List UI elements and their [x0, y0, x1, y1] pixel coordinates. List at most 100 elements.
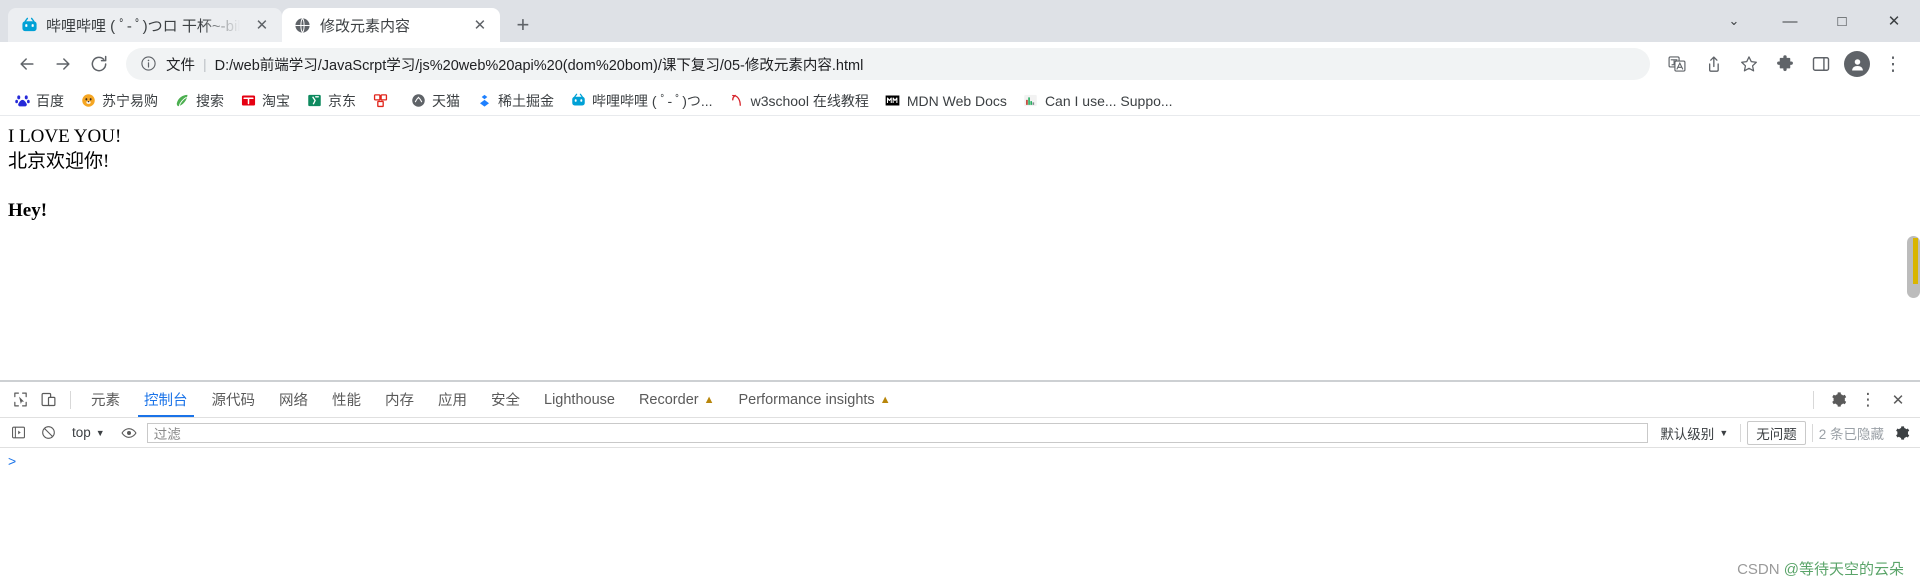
devtools-tab-recorder[interactable]: Recorder ▲	[627, 382, 727, 417]
devtools-tab-memory[interactable]: 内存	[373, 382, 426, 417]
eye-icon[interactable]	[117, 421, 141, 445]
bookmark-label: 京东	[328, 92, 356, 109]
forward-button[interactable]	[46, 47, 80, 81]
gear-icon[interactable]	[1890, 421, 1914, 445]
devtools-tab-network[interactable]: 网络	[267, 382, 320, 417]
page-heading: Hey!	[8, 200, 48, 222]
devtools-more-button[interactable]: ⋮	[1854, 386, 1882, 414]
bookmark-label: 百度	[36, 92, 64, 109]
bookmarks-bar: 百度 苏宁易购 搜索 淘宝 京东 天猫 稀土掘金 哔哩哔哩 (ﾟ- ﾟ)つ..…	[0, 86, 1920, 116]
reload-button[interactable]	[82, 47, 116, 81]
hidden-messages-count: 2 条已隐藏	[1818, 426, 1884, 442]
bookmark-label: 淘宝	[262, 92, 290, 109]
bookmark-item[interactable]: MDN Web Docs	[877, 90, 1015, 112]
avatar[interactable]	[1840, 47, 1874, 81]
window-close-button[interactable]: ✕	[1868, 0, 1920, 42]
window-controls: ⌄ — □ ✕	[1704, 0, 1920, 42]
juejin-icon	[476, 93, 492, 109]
back-button[interactable]	[10, 47, 44, 81]
devtools-tab-lighthouse[interactable]: Lighthouse	[532, 382, 627, 417]
window-maximize-button[interactable]: □	[1816, 0, 1868, 42]
bookmark-star-icon[interactable]	[1732, 47, 1766, 81]
suning-icon	[80, 93, 96, 109]
translate-icon[interactable]	[1660, 47, 1694, 81]
context-label: top	[72, 425, 91, 440]
bookmark-item[interactable]: 淘宝	[232, 88, 298, 114]
gear-icon[interactable]	[1824, 386, 1852, 414]
tab-label: Performance insights	[738, 391, 875, 408]
page-viewport: I LOVE YOU! 北京欢迎你! Hey!	[0, 116, 1920, 381]
bookmark-label: Can I use... Suppo...	[1044, 92, 1173, 109]
devtools-tab-elements[interactable]: 元素	[79, 382, 132, 417]
watermark-prefix: CSDN	[1737, 561, 1784, 578]
pinpin-icon	[372, 93, 388, 109]
tab-strip: 哔哩哔哩 ( ﾟ- ﾟ)つロ 干杯~-bili ✕ 修改元素内容 ✕ + ⌄ —…	[0, 0, 1920, 42]
address-bar[interactable]: 文件 | D:/web前端学习/JavaScrpt学习/js%20web%20a…	[126, 48, 1650, 80]
bookmark-label: 哔哩哔哩 ( ﾟ- ﾟ)つ...	[592, 92, 713, 109]
tab-close-button-1[interactable]: ✕	[470, 15, 490, 35]
extensions-puzzle-icon[interactable]	[1768, 47, 1802, 81]
bookmark-item[interactable]	[364, 90, 402, 112]
new-tab-button[interactable]: +	[506, 8, 540, 42]
bookmark-item[interactable]: 百度	[6, 88, 72, 114]
console-level-selector[interactable]: 默认级别 ▼	[1654, 421, 1734, 445]
devtools-tab-application[interactable]: 应用	[426, 382, 479, 417]
devtools-close-button[interactable]: ✕	[1884, 386, 1912, 414]
console-prompt-row[interactable]: >	[8, 454, 1912, 468]
tab-search-chevron-icon[interactable]: ⌄	[1704, 0, 1764, 42]
bookmark-label: 天猫	[432, 92, 460, 109]
share-icon[interactable]	[1696, 47, 1730, 81]
tab-label: 内存	[385, 393, 414, 409]
devtools-tab-sources[interactable]: 源代码	[200, 382, 268, 417]
filterbar-divider	[1740, 423, 1742, 442]
bookmark-item[interactable]: w3school 在线教程	[721, 88, 877, 114]
warning-triangle-icon: ▲	[879, 393, 891, 406]
issues-status-button[interactable]: 无问题	[1747, 420, 1806, 445]
bookmark-item[interactable]: Can I use... Suppo...	[1015, 90, 1181, 112]
bookmark-item[interactable]: 天猫	[402, 88, 468, 114]
tab-label: 应用	[438, 393, 467, 409]
bookmark-item[interactable]: 搜索	[166, 88, 232, 114]
bookmark-item[interactable]: 稀土掘金	[468, 88, 562, 114]
tab-label: 性能	[332, 393, 361, 409]
bookmark-label: 搜索	[196, 92, 224, 109]
globe-icon	[294, 16, 312, 34]
console-prompt-caret: >	[8, 453, 17, 469]
browser-tab-0[interactable]: 哔哩哔哩 ( ﾟ- ﾟ)つロ 干杯~-bili ✕	[8, 8, 282, 42]
console-context-selector[interactable]: top ▼	[66, 423, 111, 442]
bookmark-item[interactable]: 京东	[298, 88, 364, 114]
tab-label: 源代码	[211, 393, 256, 409]
browser-menu-button[interactable]: ⋮	[1876, 47, 1910, 81]
device-toolbar-icon[interactable]	[34, 386, 62, 414]
devtools-tab-security[interactable]: 安全	[479, 382, 532, 417]
bookmark-item[interactable]: 苏宁易购	[72, 88, 166, 114]
warning-triangle-icon: ▲	[703, 393, 715, 406]
execute-icon[interactable]	[6, 421, 30, 445]
jd-icon	[306, 93, 322, 109]
tab-close-button-0[interactable]: ✕	[252, 15, 272, 35]
browser-tab-1[interactable]: 修改元素内容 ✕	[281, 8, 500, 42]
console-filter-bar: top ▼ 过滤 默认级别 ▼ 无问题 2 条已隐藏	[0, 418, 1920, 448]
window-minimize-button[interactable]: —	[1764, 0, 1816, 42]
w3school-icon	[729, 93, 745, 109]
devtools-tab-console[interactable]: 控制台	[132, 382, 200, 417]
clear-console-icon[interactable]	[36, 421, 60, 445]
side-panel-icon[interactable]	[1804, 47, 1838, 81]
url-scheme-label: 文件	[166, 57, 195, 74]
inspect-icon[interactable]	[6, 386, 34, 414]
devtools-tabbar: 元素 控制台 源代码 网络 性能 内存 应用 安全 Lighthouse Rec…	[0, 382, 1920, 418]
console-output-area[interactable]: > CSDN @等待天空的云朵	[0, 448, 1920, 587]
browser-tab-title-0: 哔哩哔哩 ( ﾟ- ﾟ)つロ 干杯~-bili	[46, 17, 244, 35]
tab-label: 网络	[279, 393, 308, 409]
bookmark-item[interactable]: 哔哩哔哩 ( ﾟ- ﾟ)つ...	[562, 88, 721, 114]
tab-label: 控制台	[144, 393, 188, 409]
watermark-author: @等待天空的云朵	[1783, 561, 1904, 578]
console-filter-input[interactable]: 过滤	[146, 422, 1649, 443]
page-text-line-2: 北京欢迎你!	[8, 151, 110, 173]
tab-label: 元素	[91, 393, 120, 409]
devtools-tab-performance-insights[interactable]: Performance insights ▲	[726, 382, 902, 417]
toolbar-divider	[70, 390, 71, 409]
devtools-tab-performance[interactable]: 性能	[320, 382, 373, 417]
tab-label: 安全	[491, 393, 520, 409]
page-info-icon[interactable]	[140, 55, 158, 73]
